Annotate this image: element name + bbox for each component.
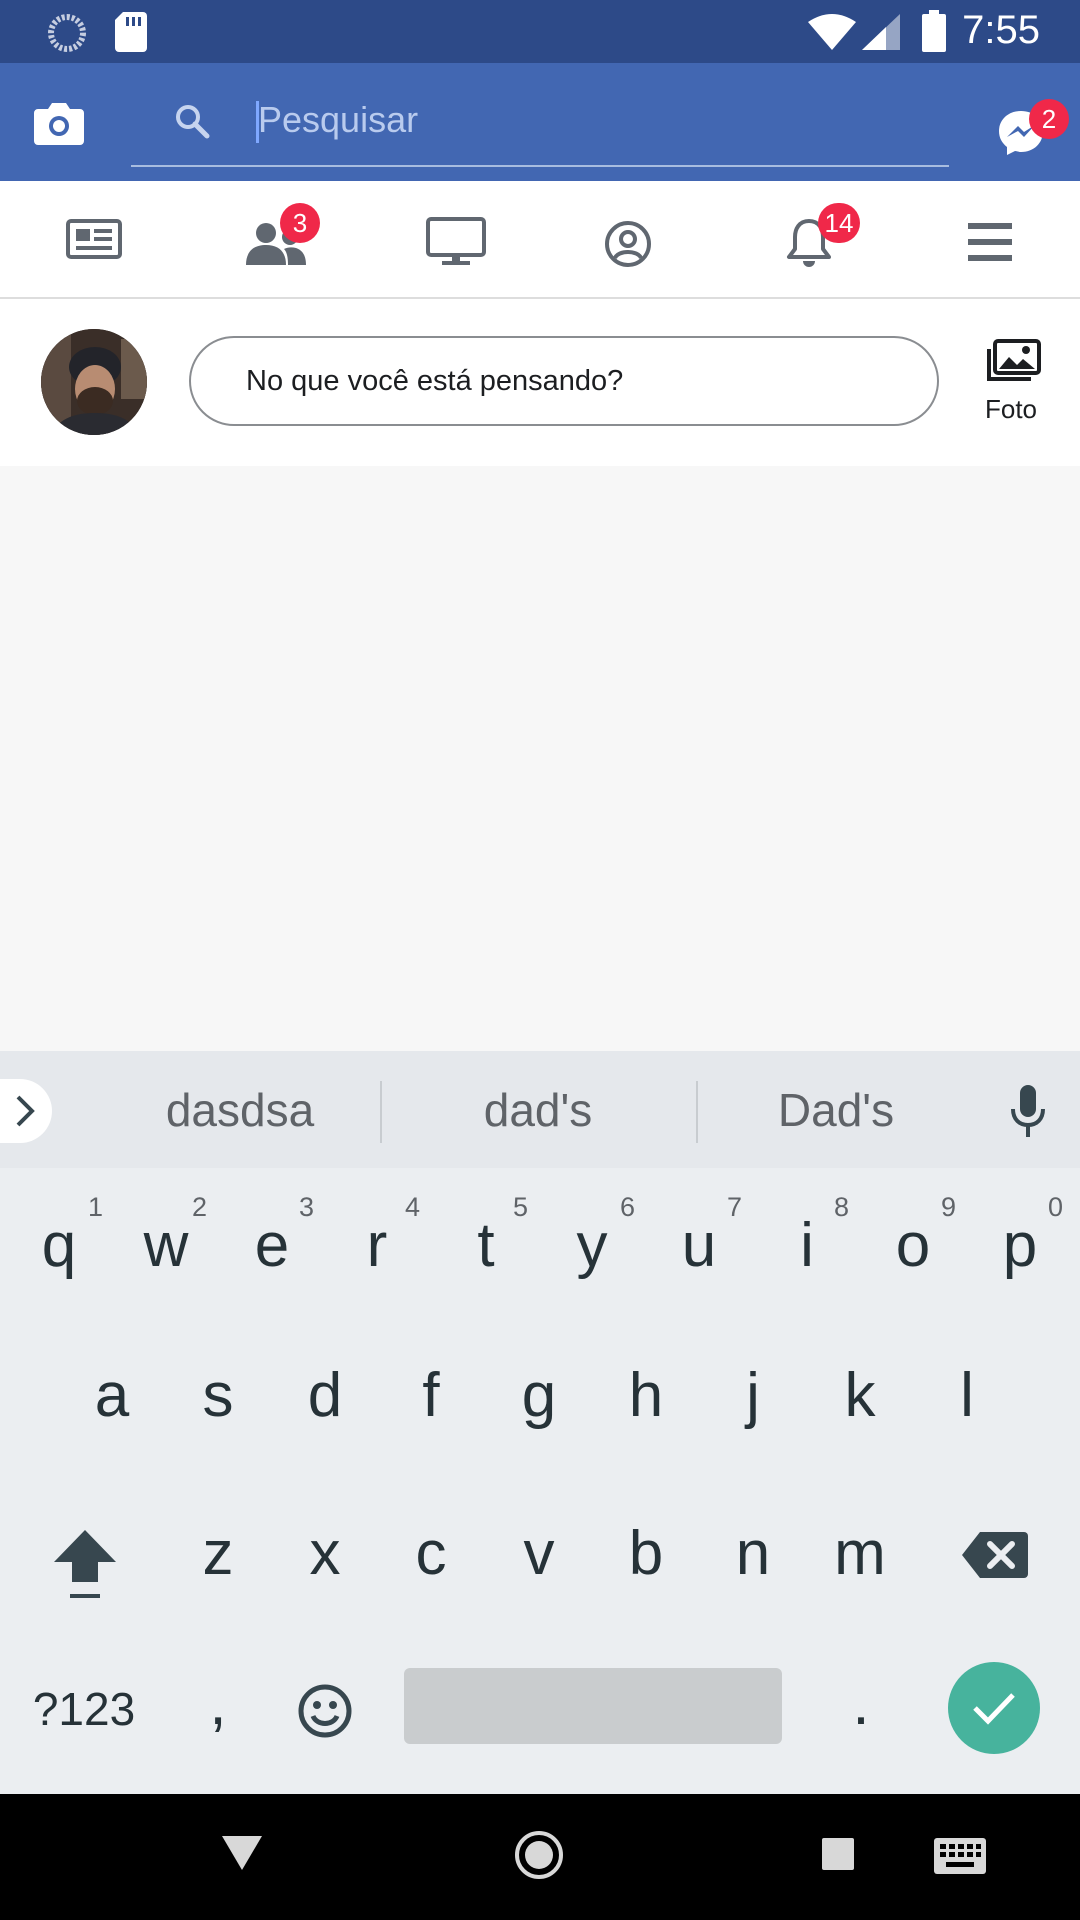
top-app-bar: Pesquisar 2: [0, 63, 1080, 181]
messenger-button[interactable]: 2: [997, 99, 1069, 159]
soft-keyboard: q 1 w 2 e 3 r 4 t 5 y 6 u 7 i 8 o 9 p 0 …: [0, 1168, 1080, 1794]
key-v[interactable]: v: [489, 1518, 589, 1589]
avatar-photo: [41, 329, 147, 435]
expand-suggestions-button[interactable]: [0, 1079, 52, 1143]
tab-profile[interactable]: [583, 181, 723, 297]
tab-news-feed[interactable]: [52, 181, 192, 297]
key-hint: 2: [192, 1192, 208, 1222]
search-icon: [176, 105, 210, 139]
sd-card-icon: [115, 12, 147, 52]
photo-button[interactable]: Foto: [966, 339, 1056, 439]
key-b[interactable]: b: [596, 1518, 696, 1589]
recents-icon[interactable]: [822, 1838, 854, 1870]
friends-badge: 3: [280, 203, 320, 243]
key-hint: 4: [405, 1192, 421, 1222]
search-input[interactable]: Pesquisar: [258, 99, 418, 141]
key-d[interactable]: d: [275, 1360, 375, 1431]
photo-gallery-icon: [987, 339, 1041, 381]
checkmark-icon: [973, 1693, 1015, 1725]
key-c[interactable]: c: [381, 1518, 481, 1589]
home-icon[interactable]: [514, 1830, 564, 1880]
camera-icon[interactable]: [34, 101, 84, 145]
key-hint: 5: [513, 1192, 529, 1222]
shift-icon[interactable]: [54, 1530, 116, 1602]
clock: 7:55: [962, 8, 1040, 52]
tab-watch[interactable]: [412, 181, 552, 297]
tab-notifications[interactable]: 14: [765, 181, 905, 297]
photo-label: Foto: [984, 394, 1038, 424]
status-bar: 7:55: [0, 0, 1080, 63]
space-bar[interactable]: [404, 1668, 782, 1744]
wifi-icon: [808, 14, 856, 50]
key-period[interactable]: .: [811, 1668, 911, 1739]
key-f[interactable]: f: [381, 1360, 481, 1431]
key-m[interactable]: m: [810, 1518, 910, 1589]
suggestion-divider: [696, 1081, 698, 1143]
tab-menu[interactable]: [938, 181, 1078, 297]
backspace-icon[interactable]: [962, 1532, 1028, 1578]
key-l[interactable]: l: [917, 1360, 1017, 1431]
suggestion-strip: dasdsa dad's Dad's: [0, 1051, 1080, 1168]
key-hint: 7: [727, 1192, 743, 1222]
status-input[interactable]: No que você está pensando?: [189, 336, 939, 426]
key-hint: 8: [834, 1192, 850, 1222]
suggestion-1[interactable]: dasdsa: [100, 1083, 380, 1137]
messenger-badge: 2: [1029, 99, 1069, 139]
microphone-icon[interactable]: [1010, 1085, 1046, 1139]
key-n[interactable]: n: [703, 1518, 803, 1589]
sync-icon: [48, 14, 86, 52]
notifications-badge: 14: [818, 203, 860, 243]
cell-signal-icon: [862, 14, 900, 50]
suggestion-2[interactable]: dad's: [398, 1083, 678, 1137]
key-hint: 3: [299, 1192, 315, 1222]
profile-icon: [605, 221, 651, 267]
key-hint: 0: [1048, 1192, 1064, 1222]
keyboard-switch-icon[interactable]: [934, 1838, 986, 1874]
enter-button[interactable]: [948, 1662, 1040, 1754]
battery-icon: [922, 10, 946, 52]
key-a[interactable]: a: [62, 1360, 162, 1431]
key-hint: 6: [620, 1192, 636, 1222]
search-underline: [131, 165, 949, 167]
key-g[interactable]: g: [489, 1360, 589, 1431]
tab-friends[interactable]: 3: [230, 181, 370, 297]
suggestion-divider: [380, 1081, 382, 1143]
key-hint: 1: [88, 1192, 104, 1222]
watch-icon: [426, 217, 486, 265]
key-s[interactable]: s: [168, 1360, 268, 1431]
back-icon[interactable]: [222, 1836, 262, 1872]
suggestion-3[interactable]: Dad's: [700, 1083, 972, 1137]
key-j[interactable]: j: [703, 1360, 803, 1431]
avatar[interactable]: [41, 329, 147, 435]
post-composer: No que você está pensando? Foto: [0, 299, 1080, 466]
key-z[interactable]: z: [168, 1518, 268, 1589]
key-hint: 9: [941, 1192, 957, 1222]
key-h[interactable]: h: [596, 1360, 696, 1431]
key-k[interactable]: k: [810, 1360, 910, 1431]
key-x[interactable]: x: [275, 1518, 375, 1589]
menu-icon: [968, 223, 1012, 261]
emoji-icon[interactable]: [298, 1684, 352, 1738]
system-navigation-bar: [0, 1794, 1080, 1920]
navigation-tabs: 3 14: [0, 181, 1080, 299]
key-comma[interactable]: ,: [168, 1668, 268, 1739]
chevron-right-icon: [16, 1095, 35, 1127]
symbols-key[interactable]: ?123: [24, 1682, 144, 1736]
news-feed-icon: [66, 219, 122, 259]
